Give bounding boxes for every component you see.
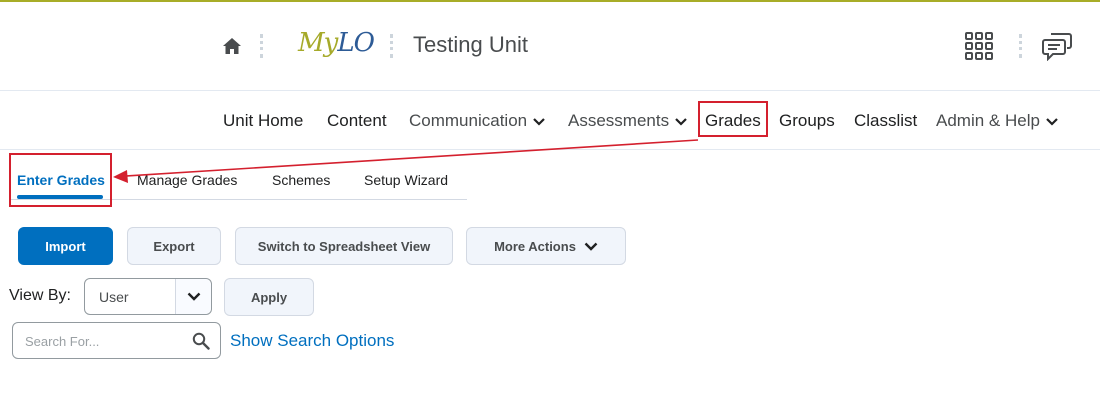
logo-my: My [298, 28, 338, 58]
select-chevron [175, 279, 211, 314]
view-by-label: View By: [9, 287, 71, 304]
nav-item-label: Communication [409, 111, 528, 130]
header-separator [260, 34, 263, 58]
view-by-selected-value: User [99, 289, 129, 305]
nav-item-assessments[interactable]: Assessments [568, 111, 687, 131]
messages-button[interactable] [1040, 30, 1074, 62]
view-by-select[interactable]: User [84, 278, 212, 315]
nav-item-groups[interactable]: Groups [779, 111, 835, 131]
export-button[interactable]: Export [127, 227, 221, 265]
waffle-icon [965, 32, 993, 60]
chat-icon [1042, 33, 1072, 61]
tab-schemes[interactable]: Schemes [272, 172, 330, 188]
unit-title[interactable]: Testing Unit [413, 32, 528, 58]
nav-item-label: Content [327, 111, 387, 130]
chevron-down-icon [1046, 118, 1058, 126]
search-input[interactable] [25, 332, 185, 350]
home-button[interactable] [220, 34, 244, 58]
nav-item-communication[interactable]: Communication [409, 111, 545, 131]
more-actions-label: More Actions [494, 238, 576, 254]
import-button[interactable]: Import [18, 227, 113, 265]
tab-setup-wizard[interactable]: Setup Wizard [364, 172, 448, 188]
nav-item-classlist[interactable]: Classlist [854, 111, 917, 131]
grades-highlight-box [698, 101, 768, 137]
mylo-logo[interactable]: MyLO [298, 28, 375, 58]
nav-item-label: Classlist [854, 111, 918, 130]
chevron-down-icon [187, 292, 200, 301]
header-separator [390, 34, 393, 58]
tab-manage-grades[interactable]: Manage Grades [137, 172, 237, 188]
switch-spreadsheet-button[interactable]: Switch to Spreadsheet View [235, 227, 453, 265]
more-actions-button[interactable]: More Actions [466, 227, 626, 265]
header: MyLO Testing Unit [0, 2, 1100, 91]
home-icon [223, 38, 241, 54]
show-search-options-link[interactable]: Show Search Options [230, 331, 394, 351]
unit-navbar: Unit Home Content Communication Assessme… [0, 92, 1100, 150]
logo-lo: LO [337, 28, 375, 58]
nav-item-label: Unit Home [223, 111, 304, 130]
nav-item-label: Groups [779, 111, 835, 130]
header-separator [1019, 34, 1022, 58]
search-box [12, 322, 221, 359]
search-icon[interactable] [192, 332, 210, 350]
nav-item-label: Admin & Help [936, 111, 1040, 130]
nav-item-content[interactable]: Content [327, 111, 387, 131]
chevron-down-icon [533, 118, 545, 126]
unit-selector-button[interactable] [963, 30, 995, 62]
apply-button[interactable]: Apply [224, 278, 314, 316]
nav-item-unit-home[interactable]: Unit Home [223, 111, 303, 131]
chevron-down-icon [584, 242, 598, 251]
nav-item-admin-help[interactable]: Admin & Help [936, 111, 1058, 131]
enter-grades-highlight-box [9, 153, 112, 207]
chevron-down-icon [675, 118, 687, 126]
nav-item-label: Assessments [568, 111, 670, 130]
